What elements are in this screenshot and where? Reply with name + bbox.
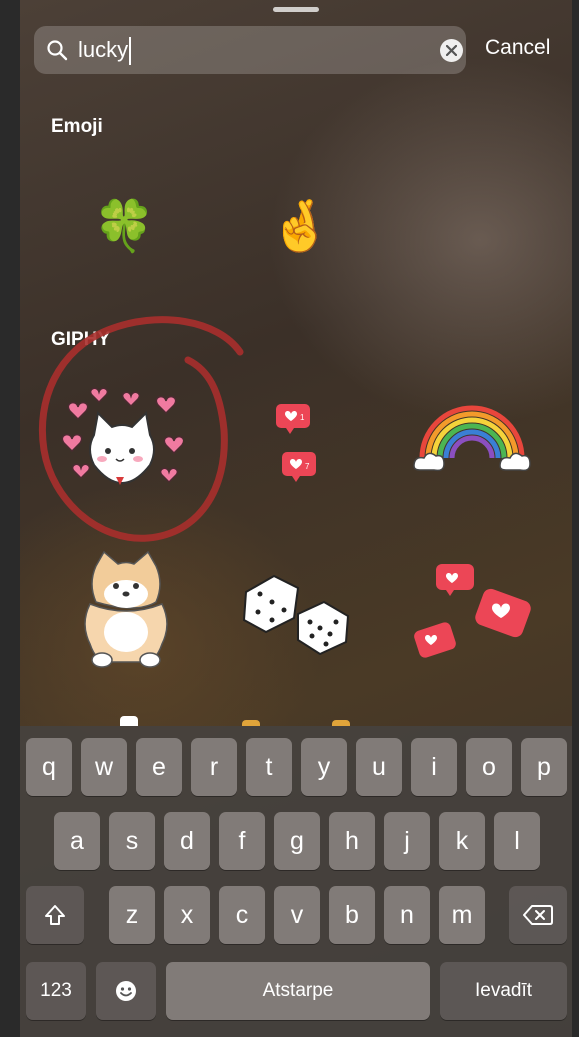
key-q[interactable]: q	[26, 738, 72, 796]
key-p[interactable]: p	[521, 738, 567, 796]
key-h[interactable]: h	[329, 812, 375, 870]
close-icon	[446, 45, 457, 56]
puppy-sticker[interactable]	[76, 548, 176, 673]
clear-search-button[interactable]	[440, 39, 463, 62]
key-t[interactable]: t	[246, 738, 292, 796]
shift-key[interactable]	[26, 886, 84, 944]
key-v[interactable]: v	[274, 886, 320, 944]
dice-sticker[interactable]	[242, 570, 352, 655]
key-o[interactable]: o	[466, 738, 512, 796]
numbers-key[interactable]: 123	[26, 962, 86, 1020]
rainbow-sticker[interactable]	[412, 398, 532, 478]
key-z[interactable]: z	[109, 886, 155, 944]
backspace-icon	[523, 905, 553, 925]
key-j[interactable]: j	[384, 812, 430, 870]
like-count-label: 7	[305, 462, 310, 471]
cat-hearts-sticker[interactable]	[58, 385, 183, 495]
key-w[interactable]: w	[81, 738, 127, 796]
search-bar[interactable]: lucky	[34, 26, 466, 74]
shift-icon	[45, 905, 65, 925]
sticker-search-screen: lucky Cancel Emoji 🍀 🤞 GIPHY 1 7 q w e r…	[20, 0, 572, 1037]
sheet-grabber[interactable]	[273, 7, 319, 12]
giphy-section-title: GIPHY	[51, 329, 111, 350]
key-d[interactable]: d	[164, 812, 210, 870]
key-i[interactable]: i	[411, 738, 457, 796]
text-caret	[129, 37, 132, 66]
key-e[interactable]: e	[136, 738, 182, 796]
partial-sticker	[242, 718, 352, 726]
emoji-key[interactable]	[96, 962, 156, 1020]
keyboard: q w e r t y u i o p a s d f g h j k l z …	[20, 726, 572, 1037]
key-y[interactable]: y	[301, 738, 347, 796]
key-c[interactable]: c	[219, 886, 265, 944]
key-a[interactable]: a	[54, 812, 100, 870]
emoji-icon	[116, 981, 136, 1001]
key-x[interactable]: x	[164, 886, 210, 944]
return-key[interactable]: Ievadīt	[440, 962, 567, 1020]
crossed-fingers-emoji[interactable]: 🤞	[269, 196, 331, 256]
like-notification-sticker[interactable]: 1 7	[270, 400, 320, 490]
delete-key[interactable]	[509, 886, 567, 944]
search-input[interactable]: lucky	[78, 26, 132, 74]
key-l[interactable]: l	[494, 812, 540, 870]
key-n[interactable]: n	[384, 886, 430, 944]
space-key[interactable]: Atstarpe	[166, 962, 430, 1020]
key-m[interactable]: m	[439, 886, 485, 944]
key-b[interactable]: b	[329, 886, 375, 944]
like-count-label: 1	[300, 413, 305, 422]
key-f[interactable]: f	[219, 812, 265, 870]
emoji-section-title: Emoji	[51, 116, 103, 137]
search-icon	[47, 40, 68, 61]
key-g[interactable]: g	[274, 812, 320, 870]
partial-sticker	[120, 716, 138, 726]
likes-burst-sticker[interactable]	[410, 562, 535, 667]
four-leaf-clover-emoji[interactable]: 🍀	[93, 196, 155, 256]
key-k[interactable]: k	[439, 812, 485, 870]
search-query-text: lucky	[78, 37, 129, 62]
cancel-button[interactable]: Cancel	[485, 36, 550, 60]
key-u[interactable]: u	[356, 738, 402, 796]
key-s[interactable]: s	[109, 812, 155, 870]
key-r[interactable]: r	[191, 738, 237, 796]
